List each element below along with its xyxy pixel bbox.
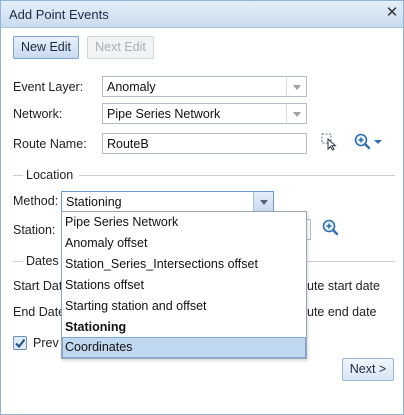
zoom-in-icon[interactable] xyxy=(354,133,384,151)
route-name-value: RouteB xyxy=(107,137,149,151)
station-label: Station: xyxy=(13,223,56,237)
event-layer-select[interactable]: Anomaly xyxy=(102,76,307,97)
new-edit-button[interactable]: New Edit xyxy=(13,36,79,59)
end-date-label: End Date xyxy=(13,305,66,319)
next-button[interactable]: Next > xyxy=(342,358,394,381)
method-select[interactable]: Stationing xyxy=(61,191,274,212)
event-layer-label: Event Layer: xyxy=(13,80,84,94)
dropdown-option-stations-offset[interactable]: Stations offset xyxy=(62,275,306,296)
section-divider xyxy=(79,175,395,176)
location-section-label: Location xyxy=(26,168,74,182)
dates-section-label: Dates xyxy=(26,254,59,268)
event-layer-value: Anomaly xyxy=(107,80,156,94)
preview-label: Prev xyxy=(33,336,59,350)
route-name-label: Route Name: xyxy=(13,137,87,151)
chevron-down-icon[interactable] xyxy=(286,104,306,123)
select-route-cursor-icon[interactable] xyxy=(321,133,339,151)
method-label: Method: xyxy=(13,194,59,208)
preview-checkbox[interactable] xyxy=(13,336,27,350)
network-select[interactable]: Pipe Series Network xyxy=(102,103,307,124)
dropdown-option-stationing[interactable]: Stationing xyxy=(62,317,306,338)
method-value: Stationing xyxy=(66,195,122,209)
section-divider xyxy=(13,261,23,262)
dropdown-option-pipe-series-network[interactable]: Pipe Series Network xyxy=(62,212,306,233)
dropdown-option-anomaly-offset[interactable]: Anomaly offset xyxy=(62,233,306,254)
method-dropdown-list: Pipe Series Network Anomaly offset Stati… xyxy=(61,211,307,359)
network-value: Pipe Series Network xyxy=(107,107,221,121)
chevron-down-icon[interactable] xyxy=(253,192,273,211)
zoom-in-icon[interactable] xyxy=(322,219,342,237)
dropdown-option-coordinates[interactable]: Coordinates xyxy=(62,337,306,358)
network-label: Network: xyxy=(13,107,63,121)
close-icon[interactable]: ✕ xyxy=(384,5,400,21)
chevron-down-icon[interactable] xyxy=(286,77,306,96)
start-date-option-label: ute start date xyxy=(307,279,380,293)
title-bar: Add Point Events ✕ xyxy=(1,1,403,28)
route-name-input[interactable]: RouteB xyxy=(102,133,307,154)
end-date-option-label: ute end date xyxy=(307,305,377,319)
next-edit-button[interactable]: Next Edit xyxy=(87,36,154,59)
checkmark-icon xyxy=(15,338,26,349)
dropdown-option-station-series-intersections-offset[interactable]: Station_Series_Intersections offset xyxy=(62,254,306,275)
add-point-events-window: Add Point Events ✕ New Edit Next Edit Ev… xyxy=(0,0,404,415)
dropdown-option-starting-station-and-offset[interactable]: Starting station and offset xyxy=(62,296,306,317)
section-divider xyxy=(13,175,23,176)
window-title: Add Point Events xyxy=(9,7,109,22)
section-divider xyxy=(307,261,395,262)
